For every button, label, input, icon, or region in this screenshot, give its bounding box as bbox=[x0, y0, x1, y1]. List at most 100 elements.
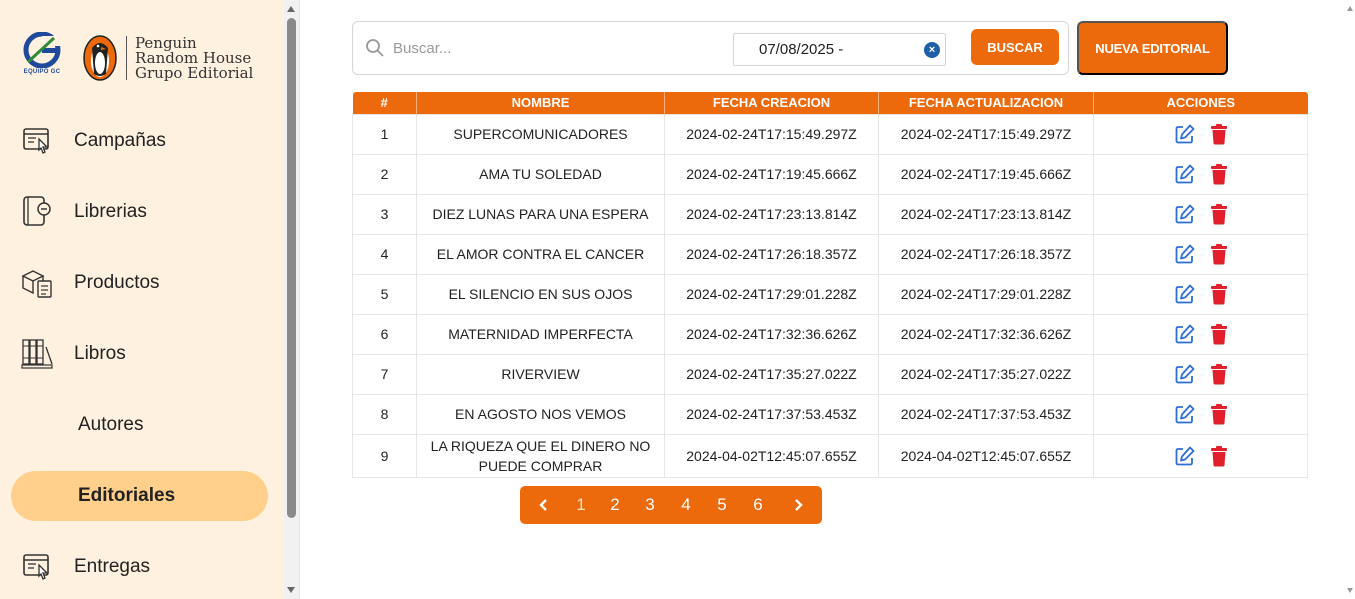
sidebar-item-librerias[interactable]: Librerias bbox=[11, 187, 268, 237]
sidebar-item-productos[interactable]: Productos bbox=[11, 258, 268, 308]
page-scroll-up-icon[interactable] bbox=[1347, 6, 1353, 11]
sidebar-item-autores[interactable]: Autores bbox=[11, 400, 268, 450]
cell-id: 2 bbox=[352, 153, 417, 195]
search-button[interactable]: BUSCAR bbox=[971, 29, 1059, 65]
edit-icon[interactable] bbox=[1174, 203, 1196, 225]
delete-icon[interactable] bbox=[1210, 283, 1228, 305]
sidebar-item-campanas[interactable]: Campañas bbox=[11, 116, 268, 166]
scroll-thumb[interactable] bbox=[287, 18, 296, 518]
edit-icon[interactable] bbox=[1174, 283, 1196, 305]
delete-icon[interactable] bbox=[1210, 123, 1228, 145]
cell-acciones bbox=[1093, 193, 1308, 235]
sidebar-item-label: Editoriales bbox=[78, 485, 176, 506]
cell-fecha-creacion: 2024-02-24T17:15:49.297Z bbox=[664, 113, 879, 155]
edit-icon[interactable] bbox=[1174, 323, 1196, 345]
sidebar-item-label: Campañas bbox=[74, 130, 166, 151]
cell-id: 3 bbox=[352, 193, 417, 235]
search-icon bbox=[365, 38, 385, 63]
row-actions bbox=[1100, 243, 1301, 265]
page-scroll-down-icon[interactable] bbox=[1347, 588, 1353, 593]
table-row: 9 LA RIQUEZA QUE EL DINERO NO PUEDE COMPR… bbox=[352, 433, 1308, 478]
page-3-link[interactable]: 3 bbox=[643, 495, 657, 515]
page-4-link[interactable]: 4 bbox=[679, 495, 693, 515]
penguin-icon bbox=[83, 35, 117, 81]
cell-fecha-creacion: 2024-02-24T17:26:18.357Z bbox=[664, 233, 879, 275]
cell-fecha-actualizacion: 2024-02-24T17:35:27.022Z bbox=[878, 353, 1094, 395]
next-page-icon[interactable] bbox=[792, 495, 806, 515]
delete-icon[interactable] bbox=[1210, 323, 1228, 345]
cell-fecha-creacion: 2024-02-24T17:19:45.666Z bbox=[664, 153, 879, 195]
new-editorial-button[interactable]: NUEVA EDITORIAL bbox=[1077, 21, 1228, 75]
page-2-link[interactable]: 2 bbox=[608, 495, 622, 515]
col-header-fecha-actualizacion: FECHA ACTUALIZACION bbox=[878, 92, 1094, 114]
cell-id: 4 bbox=[352, 233, 417, 275]
prh-wordmark: Penguin Random House Grupo Editorial bbox=[135, 33, 254, 82]
bookstore-icon bbox=[19, 194, 55, 230]
delete-icon[interactable] bbox=[1210, 163, 1228, 185]
sidebar-item-editoriales[interactable]: Editoriales bbox=[11, 471, 268, 521]
gc-logo-icon bbox=[23, 32, 61, 68]
scroll-up-arrow-icon[interactable] bbox=[287, 6, 295, 12]
table-row: 4 EL AMOR CONTRA EL CANCER 2024-02-24T17:2… bbox=[352, 233, 1308, 275]
app-window: EQUIPO GC Penguin Random House Grupo Edi… bbox=[0, 0, 1355, 599]
table-header-row: # NOMBRE FECHA CREACION FECHA ACTUALIZAC… bbox=[352, 92, 1308, 114]
equipo-gc-logo: EQUIPO GC bbox=[18, 32, 66, 84]
cell-nombre: EL SILENCIO EN SUS OJOS bbox=[416, 273, 665, 315]
main-content: 07/08/2025 - × BUSCAR NUEVA EDITORIAL # … bbox=[300, 0, 1355, 599]
sidebar-item-label: Autores bbox=[78, 414, 144, 435]
edit-icon[interactable] bbox=[1174, 363, 1196, 385]
page-5-link[interactable]: 5 bbox=[715, 495, 729, 515]
edit-icon[interactable] bbox=[1174, 163, 1196, 185]
row-actions bbox=[1100, 123, 1301, 145]
clear-date-icon[interactable]: × bbox=[924, 42, 940, 58]
books-icon bbox=[19, 336, 55, 372]
delete-icon[interactable] bbox=[1210, 445, 1228, 467]
col-header-fecha-creacion: FECHA CREACION bbox=[664, 92, 879, 114]
cell-fecha-creacion: 2024-02-24T17:29:01.228Z bbox=[664, 273, 879, 315]
table-row: 8 EN AGOSTO NOS VEMOS 2024-02-24T17:37:53.… bbox=[352, 393, 1308, 435]
row-actions bbox=[1100, 323, 1301, 345]
scroll-down-arrow-icon[interactable] bbox=[287, 587, 295, 593]
cell-fecha-actualizacion: 2024-02-24T17:23:13.814Z bbox=[878, 193, 1094, 235]
sidebar-item-libros[interactable]: Libros bbox=[11, 329, 268, 379]
sidebar-item-label: Libros bbox=[74, 343, 126, 364]
row-actions bbox=[1100, 283, 1301, 305]
col-header-nombre: NOMBRE bbox=[416, 92, 665, 114]
edit-icon[interactable] bbox=[1174, 445, 1196, 467]
prev-page-icon[interactable] bbox=[536, 495, 550, 515]
cell-nombre: EN AGOSTO NOS VEMOS bbox=[416, 393, 665, 435]
prh-logo: Penguin Random House Grupo Editorial bbox=[82, 34, 253, 82]
table-row: 6 MATERNIDAD IMPERFECTA 2024-02-24T17:32:3… bbox=[352, 313, 1308, 355]
row-actions bbox=[1100, 445, 1301, 467]
row-actions bbox=[1100, 363, 1301, 385]
col-header-acciones: ACCIONES bbox=[1093, 92, 1308, 114]
cell-acciones bbox=[1093, 433, 1308, 478]
delete-icon[interactable] bbox=[1210, 403, 1228, 425]
cell-fecha-creacion: 2024-02-24T17:35:27.022Z bbox=[664, 353, 879, 395]
cell-id: 8 bbox=[352, 393, 417, 435]
delete-icon[interactable] bbox=[1210, 243, 1228, 265]
campaign-icon bbox=[19, 123, 55, 159]
search-bar: 07/08/2025 - × BUSCAR bbox=[352, 21, 1069, 75]
edit-icon[interactable] bbox=[1174, 403, 1196, 425]
edit-icon[interactable] bbox=[1174, 243, 1196, 265]
cell-nombre: LA RIQUEZA QUE EL DINERO NO PUEDE COMPRA… bbox=[416, 433, 665, 478]
sidebar-item-entregas[interactable]: Entregas bbox=[11, 542, 268, 592]
edit-icon[interactable] bbox=[1174, 123, 1196, 145]
search-input[interactable] bbox=[393, 36, 693, 60]
cell-acciones bbox=[1093, 233, 1308, 275]
page-1-link[interactable]: 1 bbox=[574, 495, 588, 515]
cell-acciones bbox=[1093, 393, 1308, 435]
delete-icon[interactable] bbox=[1210, 203, 1228, 225]
delete-icon[interactable] bbox=[1210, 363, 1228, 385]
page-6-link[interactable]: 6 bbox=[751, 495, 765, 515]
products-icon bbox=[19, 265, 55, 301]
cell-nombre: MATERNIDAD IMPERFECTA bbox=[416, 313, 665, 355]
table-row: 2 AMA TU SOLEDAD 2024-02-24T17:19:45.666Z 2… bbox=[352, 153, 1308, 195]
date-range-field[interactable]: 07/08/2025 - × bbox=[733, 33, 946, 66]
cell-acciones bbox=[1093, 113, 1308, 155]
page-scrollbar[interactable] bbox=[1346, 0, 1355, 599]
cell-id: 6 bbox=[352, 313, 417, 355]
sidebar-scrollbar[interactable] bbox=[284, 0, 299, 599]
table-row: 3 DIEZ LUNAS PARA UNA ESPERA 2024-02-24T17… bbox=[352, 193, 1308, 235]
